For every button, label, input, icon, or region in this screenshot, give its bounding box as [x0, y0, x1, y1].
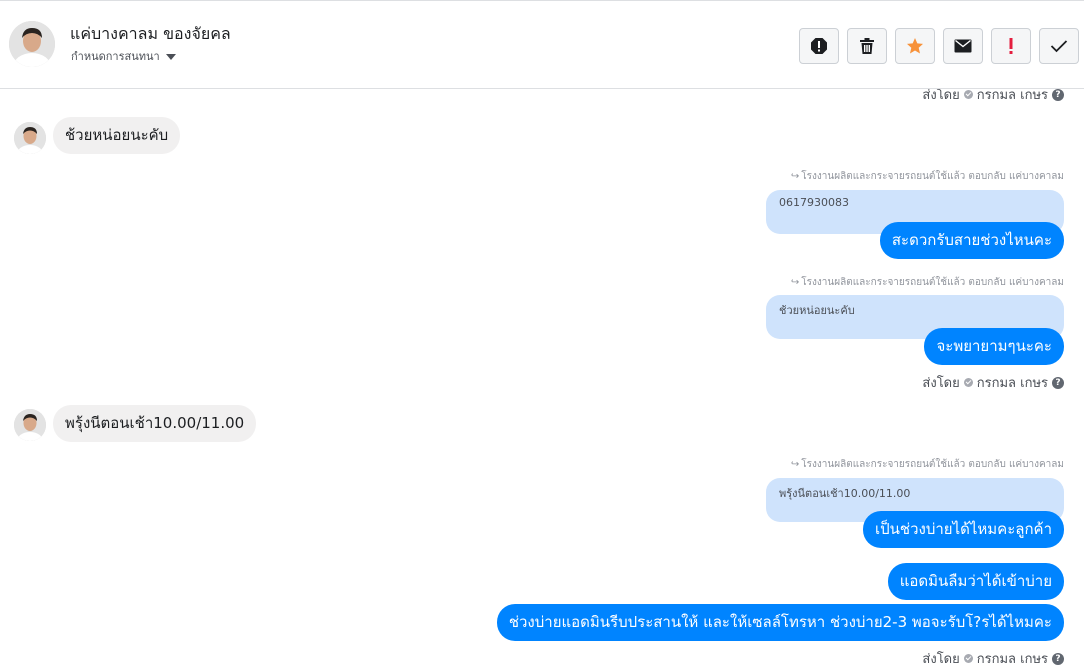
- spam-icon: [810, 37, 828, 55]
- sent-by-text: ส่งโดย: [922, 89, 960, 103]
- help-icon[interactable]: ?: [1052, 89, 1064, 101]
- envelope-icon: [954, 39, 972, 53]
- contact-avatar-small: [14, 409, 46, 441]
- reply-meta: ↪ โรงงานผลิตและกระจายรถยนต์ใช้แล้ว ตอบกล…: [791, 457, 1064, 472]
- sent-by-agent: กรกมล เกษร: [976, 89, 1048, 103]
- contact-avatar[interactable]: [9, 21, 55, 67]
- outgoing-message: สะดวกรับสายช่วงไหนคะ: [879, 222, 1064, 259]
- conversation-assign-dropdown[interactable]: กำหนดการสนทนา: [71, 47, 176, 65]
- verified-check-icon: [963, 90, 973, 99]
- star-icon: [906, 37, 924, 55]
- verified-check-icon: [963, 654, 973, 663]
- delete-button[interactable]: [847, 28, 887, 64]
- reply-meta-text: โรงงานผลิตและกระจายรถยนต์ใช้แล้ว ตอบกลับ…: [801, 277, 1064, 288]
- caret-down-icon: [165, 53, 176, 60]
- outgoing-message: แอดมินลืมว่าได้เข้าบ่าย: [887, 563, 1064, 600]
- sent-by-label: ส่งโดย กรกมล เกษร ?: [922, 89, 1064, 105]
- conversation-assign-label: กำหนดการสนทนา: [71, 50, 160, 63]
- reply-arrow-icon: ↪: [790, 459, 800, 470]
- verified-check-icon: [963, 378, 973, 387]
- outgoing-message: เป็นช่วงบ่ายได้ไหมคะลูกค้า: [863, 511, 1064, 548]
- mark-unread-button[interactable]: [943, 28, 983, 64]
- sent-by-label: ส่งโดย กรกมล เกษร ?: [922, 648, 1064, 669]
- reply-meta: ↪ โรงงานผลิตและกระจายรถยนต์ใช้แล้ว ตอบกล…: [791, 169, 1064, 184]
- message-thread[interactable]: ส่งโดย กรกมล เกษร ? ช้วยหน่อยนะคับ ↪ โรง…: [0, 89, 1084, 671]
- reply-meta-text: โรงงานผลิตและกระจายรถยนต์ใช้แล้ว ตอบกลับ…: [801, 459, 1064, 470]
- sent-by-agent: กรกมล เกษร: [976, 376, 1048, 391]
- contact-avatar-small: [14, 122, 46, 154]
- outgoing-message: ช่วงบ่ายแอดมินรีบประสานให้ และให้เซลล์โท…: [496, 604, 1064, 641]
- check-icon: [1050, 39, 1068, 53]
- sent-by-agent: กรกมล เกษร: [976, 652, 1048, 667]
- mark-important-button[interactable]: [991, 28, 1031, 64]
- reply-meta-text: โรงงานผลิตและกระจายรถยนต์ใช้แล้ว ตอบกลับ…: [801, 171, 1064, 182]
- trash-icon: [859, 37, 875, 55]
- conversation-header: แค่บางคาลม ของจัยคล กำหนดการสนทนา: [0, 0, 1084, 89]
- reply-arrow-icon: ↪: [790, 171, 800, 182]
- incoming-message: พรุ้งนีตอนเช้า10.00/11.00: [53, 405, 257, 442]
- reply-meta: ↪ โรงงานผลิตและกระจายรถยนต์ใช้แล้ว ตอบกล…: [791, 275, 1064, 290]
- mark-done-button[interactable]: [1039, 28, 1079, 64]
- help-icon[interactable]: ?: [1052, 376, 1064, 389]
- sent-by-label: ส่งโดย กรกมล เกษร ?: [922, 372, 1064, 393]
- help-icon[interactable]: ?: [1052, 652, 1064, 665]
- outgoing-message: จะพยายามๆนะคะ: [924, 328, 1064, 365]
- sent-by-text: ส่งโดย: [922, 376, 960, 391]
- incoming-message: ช้วยหน่อยนะคับ: [53, 117, 181, 154]
- sent-by-text: ส่งโดย: [922, 652, 960, 667]
- reply-arrow-icon: ↪: [790, 277, 800, 288]
- exclamation-icon: [1008, 37, 1014, 55]
- contact-name: แค่บางคาลม ของจัยคล: [70, 24, 231, 43]
- mark-spam-button[interactable]: [799, 28, 839, 64]
- star-button[interactable]: [895, 28, 935, 64]
